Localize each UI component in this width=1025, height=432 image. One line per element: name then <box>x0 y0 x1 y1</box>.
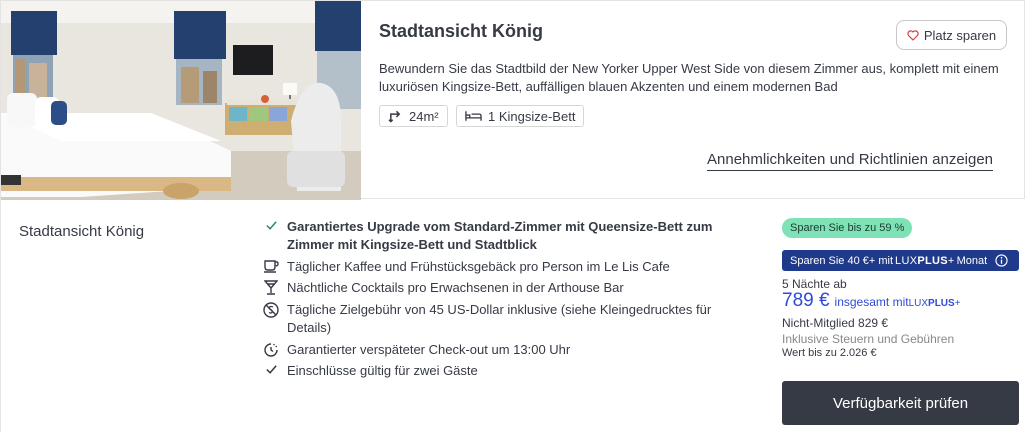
member-price-suffix-text: insgesamt mit <box>834 295 909 309</box>
room-size-chip: 24m² <box>379 105 448 127</box>
info-icon[interactable] <box>995 254 1008 267</box>
luxplus-inline-plus: + <box>954 298 961 309</box>
coffee-cup-icon <box>264 260 279 273</box>
room-size-icon <box>388 110 401 123</box>
inclusion-item: Garantierter verspäteter Check-out um 13… <box>263 341 753 359</box>
room-info: Stadtansicht König Platz sparen Bewunder… <box>361 1 1025 200</box>
inclusion-text: Täglicher Kaffee und Frühstücksgebäck pr… <box>287 259 670 274</box>
late-checkout-icon <box>264 343 278 357</box>
room-title: Stadtansicht König <box>379 21 544 41</box>
save-place-label: Platz sparen <box>923 27 997 43</box>
luxplus-logo-plus: + <box>947 254 955 267</box>
member-price-suffix: insgesamt mitLUXPLUS+ <box>835 295 961 309</box>
inclusion-item: Täglicher Kaffee und Frühstücksgebäck pr… <box>263 258 753 276</box>
inclusion-text: Tägliche Zielgebühr von 45 US-Dollar ink… <box>287 302 712 335</box>
inclusion-text: Nächtliche Cocktails pro Erwachsenen in … <box>287 280 624 295</box>
inclusion-text: Einschlüsse gültig für zwei Gäste <box>287 363 478 378</box>
bed-icon <box>465 111 482 121</box>
nights-label: 5 Nächte ab <box>782 277 847 291</box>
room-size: 24m² <box>409 108 439 124</box>
luxplus-logo: LUXPLUS+ <box>895 255 955 267</box>
bed-type: 1 Kingsize-Bett <box>488 108 576 124</box>
luxplus-inline-b: PLUS <box>928 298 955 309</box>
rate-section: Stadtansicht König Garantiertes Upgrade … <box>0 199 1025 432</box>
taxes-note: Inklusive Steuern und Gebühren <box>782 332 955 346</box>
save-place-button[interactable]: Platz sparen <box>896 20 1007 50</box>
luxplus-logo-a: LUX <box>895 254 918 267</box>
room-description: Bewundern Sie das Stadtbild der New York… <box>379 61 999 94</box>
inclusion-item: Tägliche Zielgebühr von 45 US-Dollar ink… <box>263 301 753 337</box>
heart-icon <box>907 29 919 41</box>
check-icon <box>265 365 277 374</box>
nonmember-price: Nicht-Mitglied 829 € <box>782 316 889 330</box>
luxplus-inline-a: LUX <box>908 298 929 309</box>
luxplus-banner-suffix: Monat <box>956 254 988 267</box>
room-photo[interactable] <box>1 1 361 200</box>
inclusion-text: Garantierter verspäteter Check-out um 13… <box>287 342 571 357</box>
check-availability-button[interactable]: Verfügbarkeit prüfen <box>782 381 1019 425</box>
price-line: 789 € insgesamt mitLUXPLUS+ <box>782 290 961 312</box>
check-icon <box>265 221 277 230</box>
bed-chip: 1 Kingsize-Bett <box>456 105 585 127</box>
room-photo-image <box>1 1 361 200</box>
inclusion-item: Nächtliche Cocktails pro Erwachsenen in … <box>263 279 753 297</box>
amenities-link[interactable]: Annehmlichkeiten und Richtlinien anzeige… <box>707 151 994 171</box>
value-note: Wert bis zu 2.026 € <box>782 347 877 359</box>
rate-name: Stadtansicht König <box>19 223 145 240</box>
member-price: 789 € <box>782 290 830 311</box>
luxplus-logo-b: PLUS <box>917 254 948 267</box>
no-fee-icon <box>263 302 279 318</box>
savings-badge: Sparen Sie bis zu 59 % <box>782 218 913 238</box>
luxplus-inline-logo: LUXPLUS+ <box>909 298 961 309</box>
inclusion-item: Garantiertes Upgrade vom Standard-Zimmer… <box>263 218 753 254</box>
cocktail-icon <box>264 280 278 295</box>
inclusion-text: Garantiertes Upgrade vom Standard-Zimmer… <box>287 219 713 252</box>
luxplus-banner-prefix: Sparen Sie 40 €+ mit <box>790 254 894 267</box>
luxplus-banner[interactable]: Sparen Sie 40 €+ mit LUXPLUS+ Monat <box>782 250 1019 271</box>
inclusion-item: Einschlüsse gültig für zwei Gäste <box>263 362 753 380</box>
room-card: Stadtansicht König Platz sparen Bewunder… <box>0 0 1025 200</box>
